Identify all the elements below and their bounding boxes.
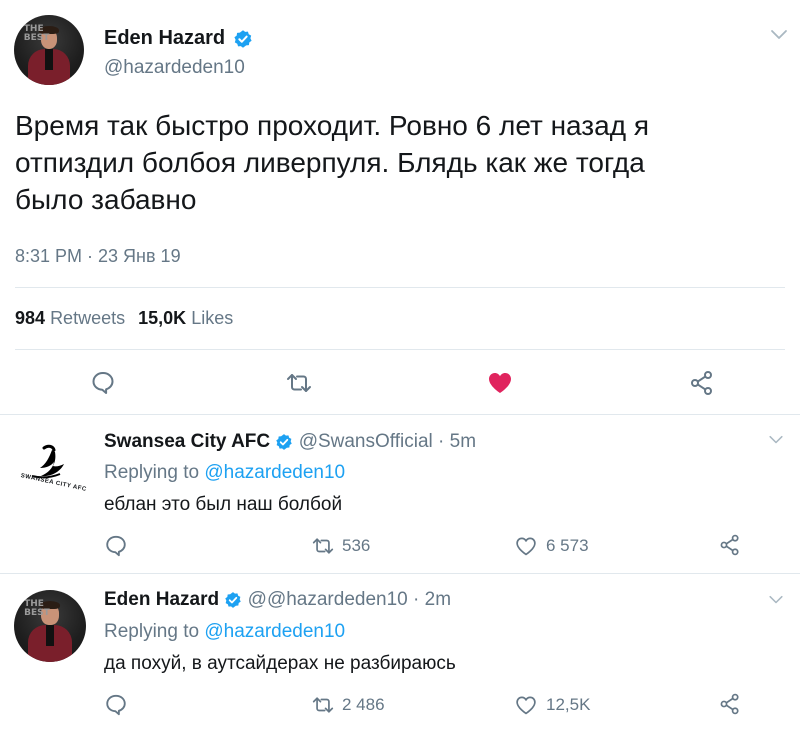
reply-time: · 2m [413,589,452,610]
author-row: Eden Hazard [104,27,253,50]
retweets-count: 984 [15,308,46,328]
retweet-count: 2 486 [342,695,385,714]
tweet-text-line: отпиздил болбоя ливерпуля. Блядь как же … [15,147,645,178]
replying-prefix: Replying to [104,621,200,642]
engagement-stats: 984 Retweets 15,0K Likes [15,308,233,329]
retweet-icon[interactable] [284,370,314,396]
author-handle[interactable]: @SwansOfficial [299,431,433,452]
avatar[interactable]: THE BEST [14,15,84,85]
likes-count: 15,0K [138,308,187,328]
reply-text: да похуй, в аутсайдерах не разбираюсь [104,653,456,674]
heart-icon[interactable] [486,369,514,395]
verified-badge-icon [233,29,253,49]
tweet-timestamp[interactable]: 8:31 PM · 23 Янв 19 [15,246,181,267]
author-name[interactable]: Eden Hazard [104,27,225,49]
reply-icon[interactable] [104,534,128,558]
likes-stat[interactable]: 15,0K Likes [138,308,233,328]
divider [0,414,800,415]
retweet-icon[interactable] [310,535,336,557]
likes-label: Likes [191,308,234,328]
chevron-down-icon[interactable] [768,595,784,605]
chevron-down-icon[interactable] [770,29,788,41]
replying-prefix: Replying to [104,462,200,483]
divider [15,287,785,288]
heart-icon[interactable] [514,694,538,716]
tweet-text-line: Время так быстро проходит. Ровно 6 лет н… [15,110,649,141]
reply-icon[interactable] [104,693,128,717]
reply-icon[interactable] [90,370,116,396]
verified-badge-icon [275,433,293,451]
author-name[interactable]: Eden Hazard [104,589,219,610]
retweets-stat[interactable]: 984 Retweets [15,308,130,328]
retweet-count: 536 [342,536,371,555]
avatar[interactable]: SWANSEA CITY AFC [14,436,87,508]
author-name[interactable]: Swansea City AFC [104,431,270,452]
author-handle[interactable]: @hazardeden10 [104,57,245,79]
avatar[interactable]: THE BEST [14,590,86,662]
share-icon[interactable] [688,369,716,397]
avatar-shirt [45,624,55,647]
reply-text: еблан это был наш болбой [104,494,343,515]
replying-to: Replying to @hazardeden10 [104,621,345,643]
like-count: 6 573 [546,536,589,555]
avatar-text: THE BEST [24,599,50,619]
divider [15,349,785,350]
replying-to-link[interactable]: @hazardeden10 [204,621,345,642]
tweet-text-line: было забавно [15,184,197,215]
retweets-label: Retweets [50,308,126,328]
verified-badge-icon [224,591,242,609]
share-icon[interactable] [718,692,742,716]
reply-time: · 5m [438,431,477,452]
tweet-text: Время так быстро проходит. Ровно 6 лет н… [15,107,649,218]
share-icon[interactable] [718,533,742,557]
replying-to: Replying to @hazardeden10 [104,462,345,484]
reply-header: Swansea City AFC @SwansOfficial · 5m [104,431,476,453]
like-count: 12,5K [546,695,591,714]
avatar-text: THE BEST [23,23,50,43]
replying-to-link[interactable]: @hazardeden10 [204,462,345,483]
reply-header: Eden Hazard @@hazardeden10 · 2m [104,589,451,611]
divider [0,573,800,574]
avatar-shirt [44,48,54,70]
heart-icon[interactable] [514,535,538,557]
chevron-down-icon[interactable] [768,435,784,445]
retweet-icon[interactable] [310,694,336,716]
author-handle[interactable]: @@hazardeden10 [248,589,408,610]
